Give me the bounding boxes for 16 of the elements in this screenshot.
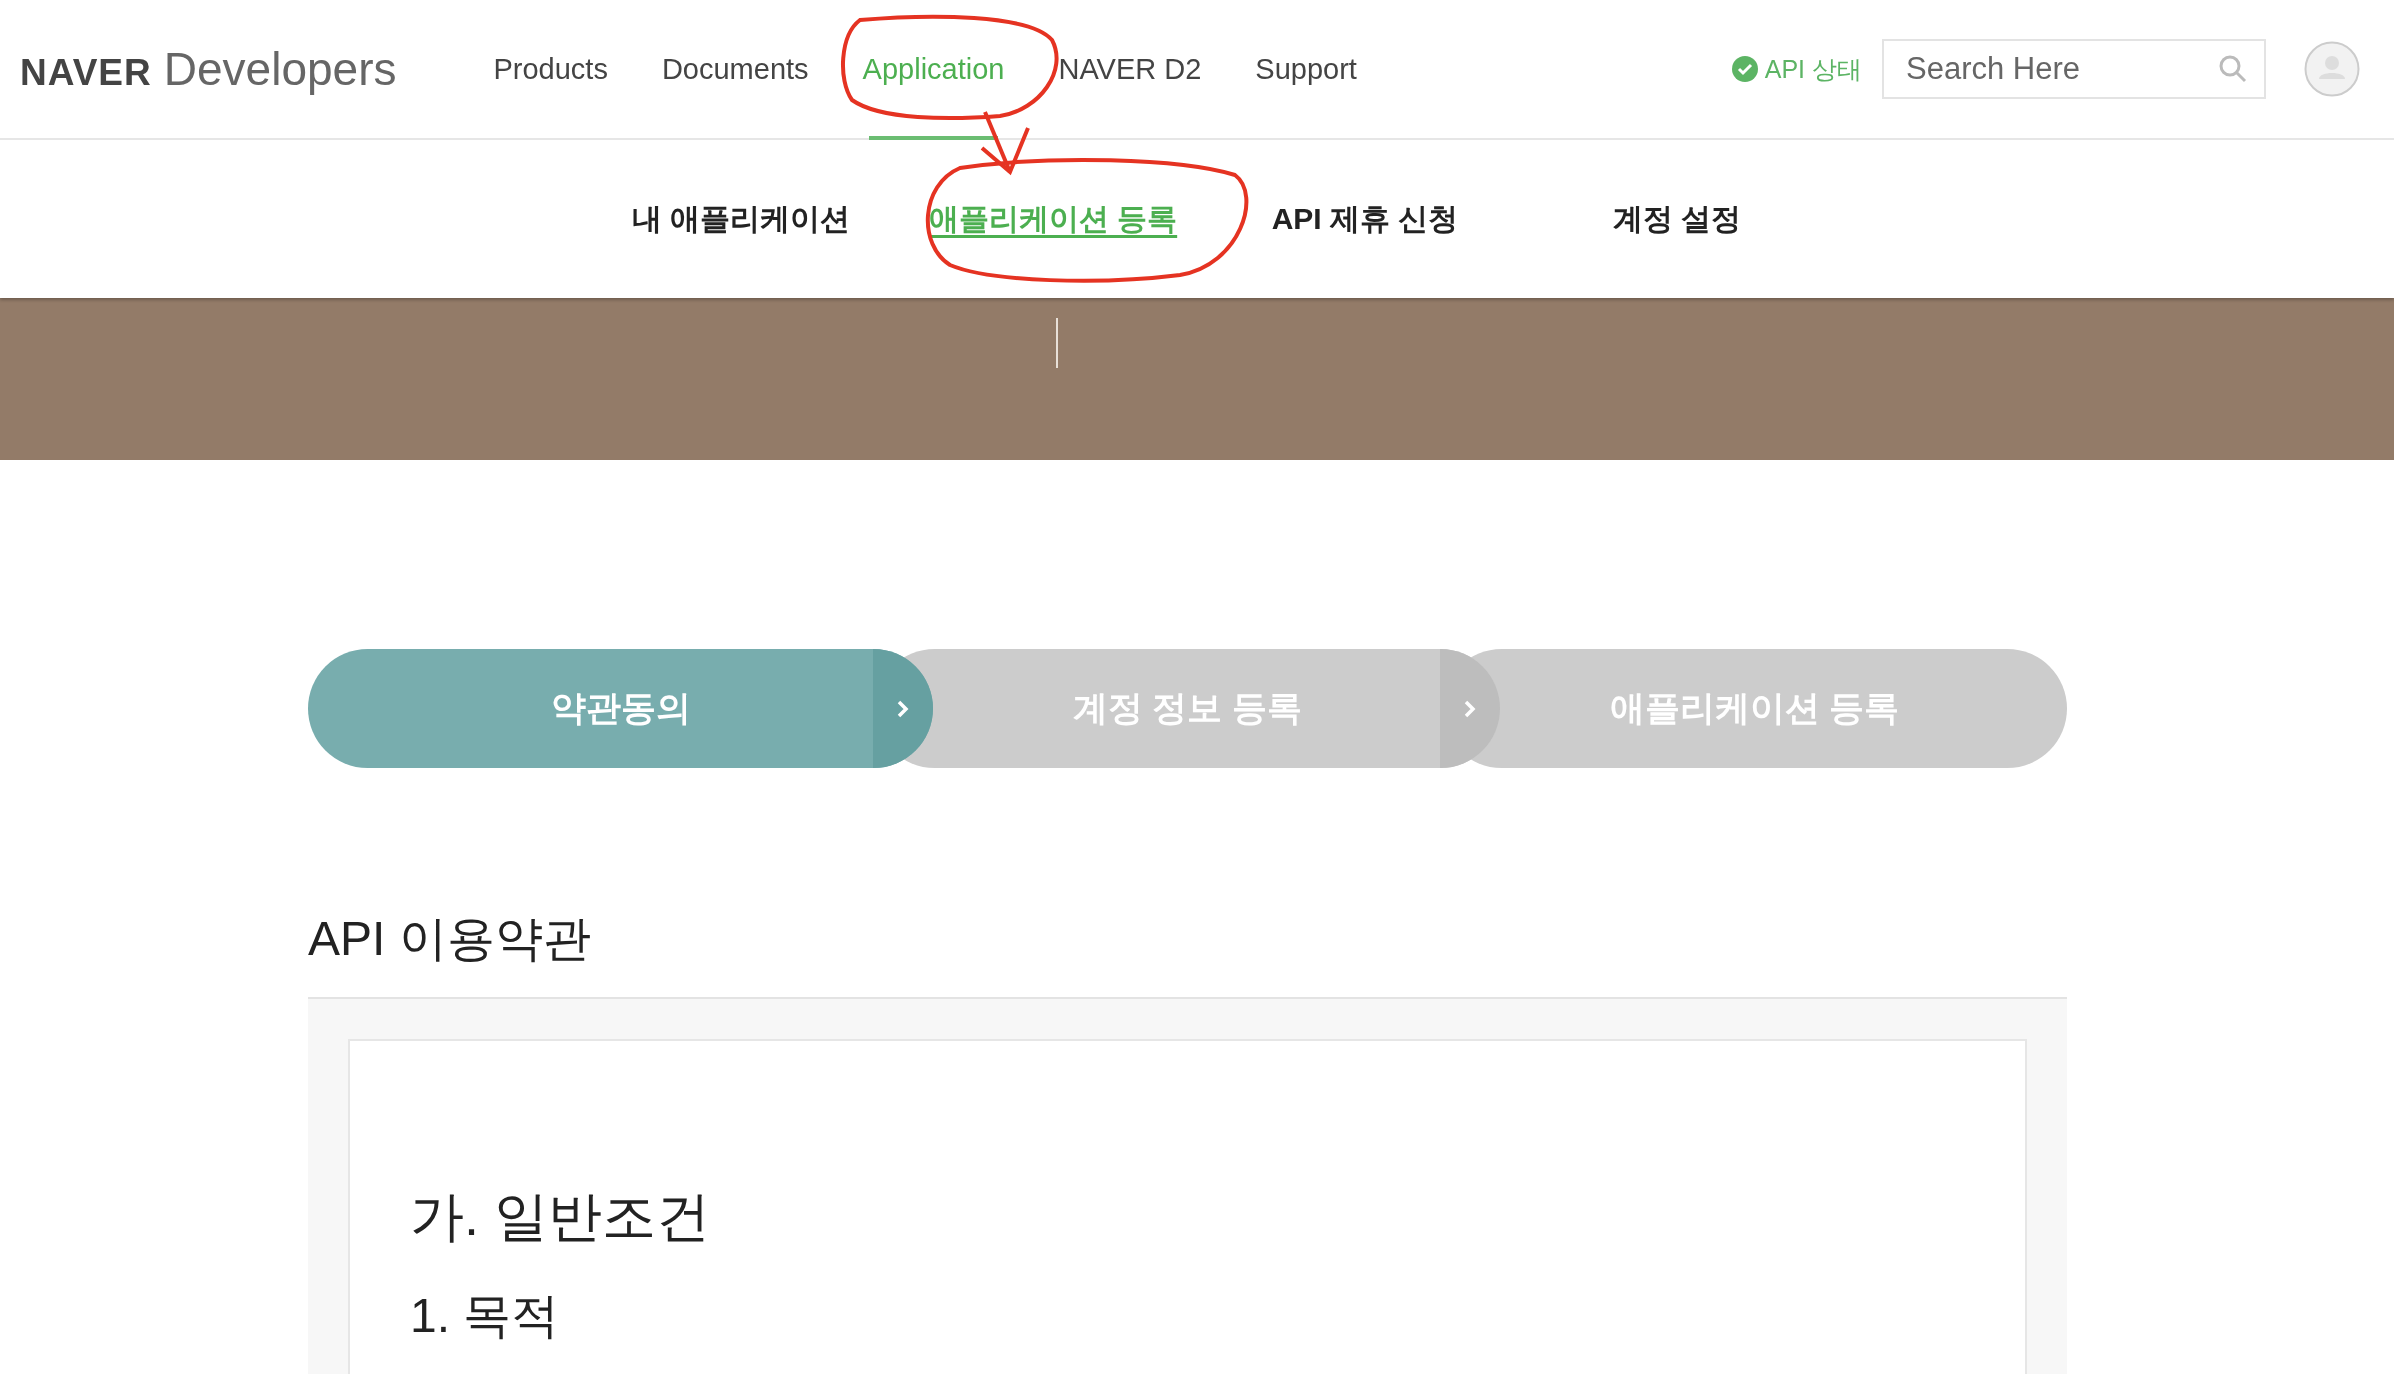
nav-link[interactable]: NAVER D2 bbox=[1031, 0, 1229, 138]
section-title: API 이용약관 bbox=[308, 911, 592, 967]
terms-heading: 가. 일반조건 bbox=[410, 1185, 711, 1248]
sub-nav-link[interactable]: 내 애플리케이션 bbox=[585, 198, 897, 240]
nav-link[interactable]: Support bbox=[1228, 0, 1384, 138]
nav-link[interactable]: Documents bbox=[634, 0, 836, 138]
check-icon bbox=[1730, 55, 1759, 83]
sub-nav-link[interactable]: API 제휴 신청 bbox=[1209, 198, 1521, 240]
logo-wordmark[interactable]: NAVER bbox=[20, 52, 152, 94]
search-field[interactable]: Search Here bbox=[1882, 39, 2266, 99]
logo-wordmark[interactable]: Developers bbox=[163, 42, 397, 96]
terms-subheading: 1. 목적 bbox=[410, 1288, 561, 1344]
sub-nav-link[interactable]: 계정 설정 bbox=[1521, 198, 1833, 240]
nav-link[interactable]: Products bbox=[466, 0, 635, 138]
avatar-icon[interactable] bbox=[2304, 41, 2360, 97]
search-icon[interactable] bbox=[2218, 54, 2248, 84]
